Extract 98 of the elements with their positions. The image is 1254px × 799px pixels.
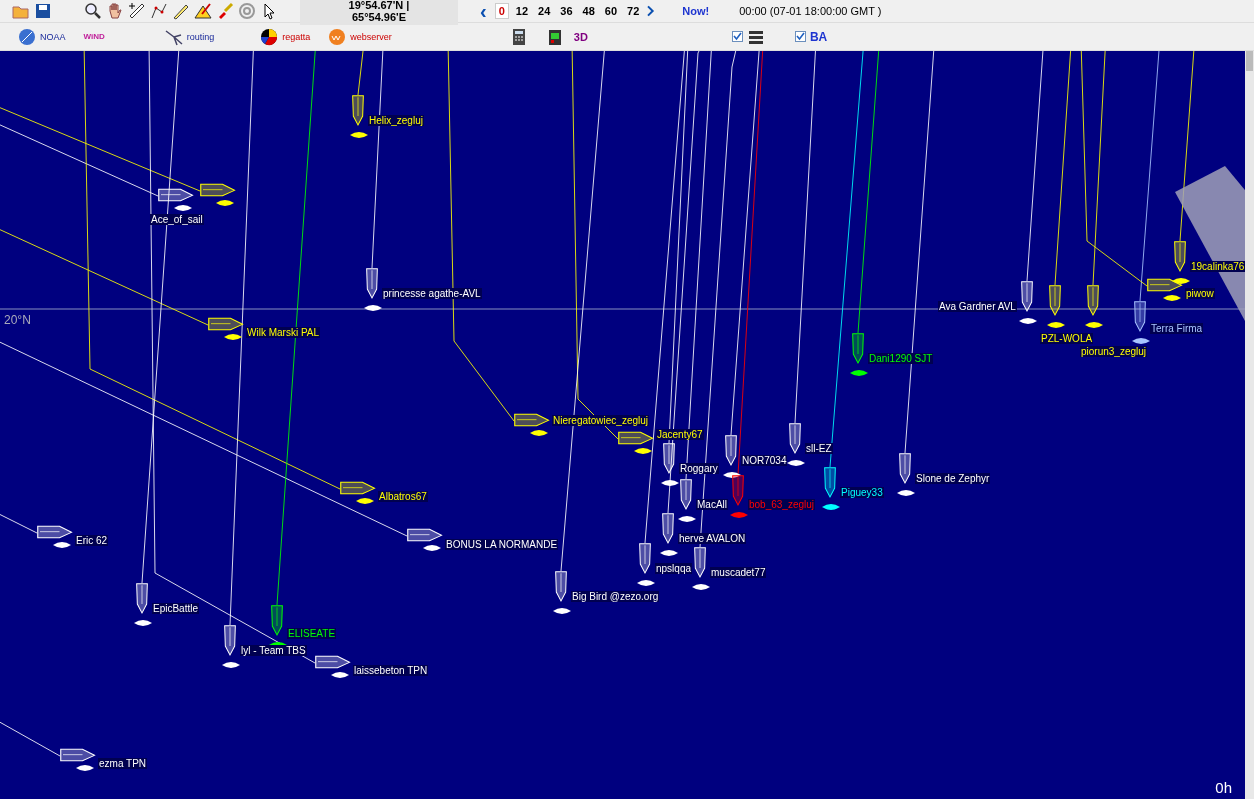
sail-icon [678,516,696,522]
sail-icon [76,765,94,771]
sail-icon [134,620,152,626]
boat-label: EpicBattle [152,603,200,614]
boat-label: MacAll [696,499,728,510]
color-wheel-icon[interactable] [260,27,279,46]
ruler-icon[interactable] [128,2,146,20]
sail-icon [723,472,741,478]
boat-label: piorun3_zegluj [1080,346,1148,357]
sail-icon [364,305,382,311]
boat-label: 19calinka76 [1190,261,1246,272]
boat-label: ezma TPN [98,758,148,769]
route-icon[interactable] [150,2,168,20]
list-checkbox[interactable] [731,31,743,42]
sail-icon [530,430,548,436]
sail-icon [553,608,571,614]
wind-button[interactable]: WiND [83,32,105,41]
sail-icon [356,498,374,504]
boat-label: Helix_zegluj [368,115,424,126]
hand-icon[interactable] [106,2,124,20]
sail-icon [1172,278,1190,284]
sail-icon [692,584,710,590]
sail-icon [216,200,234,206]
now-button[interactable]: Now! [676,4,716,18]
time-text: 00:00 (07-01 18:00:00 GMT ) [739,5,882,17]
coordinates-field: 19°54.67'N | 65°54.96'E [300,0,458,25]
sail-icon [897,490,915,496]
boat-label: Piguey33 [840,487,884,498]
ba-checkbox[interactable] [794,31,806,42]
boat-label: PZL-WOLA [1040,333,1094,344]
boat-label: ELISEATE [287,628,337,639]
boat-label: Nieregatowiec_zegluj [552,415,650,426]
ba-label: BA [809,29,828,44]
boat-label: princesse agathe-AVL [382,288,482,299]
hour-button[interactable]: 12 [512,4,532,18]
save-icon[interactable] [34,2,52,20]
sail-icon [1163,295,1181,301]
boat-label: Terra Firma [1150,323,1204,334]
3d-button[interactable]: 3D [567,29,594,44]
boat-label: NOR7034 [741,455,788,466]
sail-icon [730,512,748,518]
boat-label: Wilk Marski PAL [246,327,321,338]
sail-icon [423,545,441,551]
boat-label: Slone de Zephyr [915,473,991,484]
sail-icon [1047,322,1065,328]
hour-button[interactable]: 60 [601,4,621,18]
sail-icon [1132,338,1150,344]
sail-icon [637,580,655,586]
boat-label: Eric 62 [75,535,109,546]
hour-button[interactable]: 72 [624,4,643,18]
boat-label: muscadet77 [710,567,767,578]
boat-label: Roggary [679,463,719,474]
hour-button[interactable]: 36 [557,4,576,18]
sail-icon [850,370,868,376]
hour-button[interactable]: 0 [494,3,509,19]
hour-button[interactable]: 24 [535,4,554,18]
branch-icon[interactable] [164,27,183,46]
boat-label: npslqqa [655,563,693,574]
sail-icon [224,334,242,340]
sail-icon [350,132,368,138]
search-icon[interactable] [84,2,102,20]
boat-label: piwow [1185,288,1215,299]
sail-icon [787,460,805,466]
sail-icon [53,542,71,548]
boat-label: laissebeton TPN [353,665,429,676]
sail-icon [222,662,240,668]
sail-icon [1085,322,1103,328]
sail-icon [661,480,679,486]
sail-icon [634,448,652,454]
routing-button[interactable]: routing [186,31,215,42]
sail-icon [1019,318,1037,324]
scrollbar[interactable] [1245,51,1254,799]
chart-map[interactable] [0,51,1254,799]
triangle-ruler-icon[interactable] [194,2,212,20]
previous-button[interactable]: ‹ [476,2,491,20]
boat-label: lyl - Team TBS [240,645,307,656]
sail-icon [331,672,349,678]
webserver-button[interactable]: webserver [350,31,392,42]
boat-label: Ava Gardner AVL [938,301,1017,312]
sail-icon [660,550,678,556]
time-offset-label: 0h [1215,779,1232,796]
sail-icon [174,205,192,211]
regatta-button[interactable]: regatta [282,31,311,42]
boat-label: Big Bird @zezo.org [571,591,660,602]
boat-label: sll-EZ [805,443,833,454]
noaa-button[interactable]: NOAA [40,31,66,42]
pencil-icon[interactable] [172,2,190,20]
boat-label: BONUS LA NORMANDE [445,539,559,550]
boat-label: herve AVALON [678,533,747,544]
boat-label: bob_63_zegluj [748,499,816,510]
hour-button[interactable]: 48 [579,4,598,18]
boat-label: Albatros67 [378,491,428,502]
boat-label: Jacenty67 [656,429,704,440]
globe-icon[interactable] [18,27,36,46]
boat-label: Dani1290 SJT [868,353,934,364]
sail-icon [822,504,840,510]
latitude-label: 20°N [4,313,31,327]
boat-label: Ace_of_sail [150,214,204,225]
